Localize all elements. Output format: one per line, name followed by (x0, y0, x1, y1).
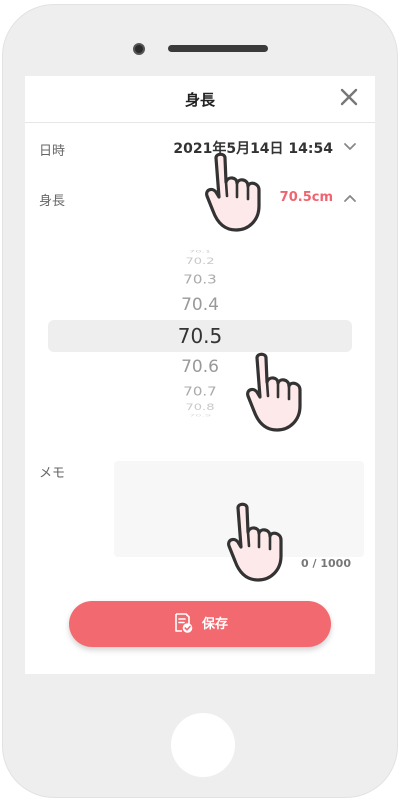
close-button[interactable] (337, 84, 361, 110)
home-button[interactable] (171, 713, 235, 777)
chevron-up-icon[interactable] (343, 193, 357, 203)
chevron-down-icon[interactable] (343, 142, 357, 152)
picker-option[interactable]: 70.3 (25, 271, 375, 286)
tap-hand-icon (205, 152, 261, 232)
picker-option[interactable]: 70.1 (25, 250, 375, 254)
picker-option[interactable]: 70.4 (25, 295, 375, 315)
save-button[interactable]: 保存 (69, 601, 331, 647)
close-icon (340, 88, 358, 106)
height-label: 身長 (39, 194, 66, 209)
modal-header: 身長 (25, 76, 375, 123)
memo-label: メモ (39, 466, 66, 481)
modal-title: 身長 (184, 91, 215, 109)
datetime-label: 日時 (39, 144, 66, 159)
front-camera (133, 43, 145, 55)
picker-option-selected[interactable]: 70.5 (25, 324, 375, 348)
save-document-check-icon (175, 612, 193, 633)
tap-hand-icon (246, 352, 302, 432)
speaker-grille (168, 45, 268, 52)
tap-hand-icon (227, 502, 283, 582)
picker-option[interactable]: 70.2 (25, 256, 375, 267)
save-label: 保存 (201, 617, 228, 632)
